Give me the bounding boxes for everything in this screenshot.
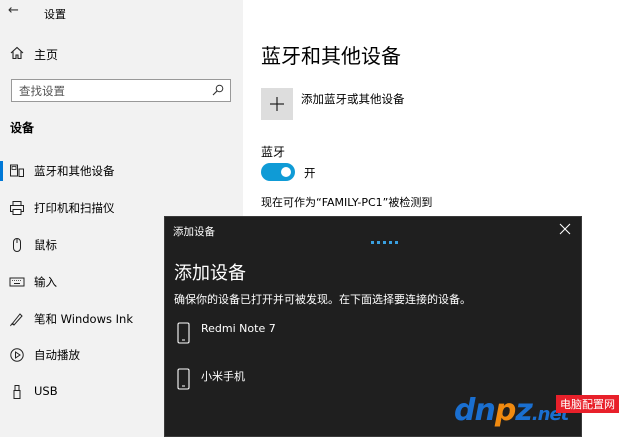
watermark-badge: 电脑配置网 [556, 395, 619, 413]
add-device-label: 添加蓝牙或其他设备 [301, 92, 405, 106]
keyboard-icon [9, 277, 25, 287]
section-title: 设备 [10, 121, 35, 135]
search-input[interactable] [12, 80, 192, 102]
sidebar-item-home[interactable]: 主页 [0, 42, 243, 68]
page-title: 蓝牙和其他设备 [261, 44, 401, 68]
bluetooth-state-label: 开 [304, 166, 316, 180]
home-icon [10, 46, 24, 60]
sidebar-item-label: USB [34, 384, 58, 398]
bluetooth-toggle[interactable] [261, 163, 295, 181]
bluetooth-devices-icon [10, 164, 24, 177]
sidebar-item-label: 打印机和扫描仪 [34, 201, 115, 215]
search-box[interactable] [11, 79, 231, 102]
title-bar: ← 设置 [0, 0, 243, 26]
sidebar-item-label: 主页 [34, 48, 59, 62]
watermark-logo: dnpz.net 电脑配置网 [452, 393, 636, 437]
sidebar-item-label: 输入 [34, 275, 57, 289]
dialog-bar-title: 添加设备 [173, 226, 215, 238]
pen-icon [10, 313, 23, 327]
add-device-plus-box[interactable] [261, 88, 293, 120]
plus-icon [270, 97, 284, 111]
sidebar-item-label: 鼠标 [34, 238, 57, 252]
phone-icon [177, 322, 190, 344]
sidebar-item-label: 蓝牙和其他设备 [34, 164, 115, 178]
close-icon[interactable] [559, 223, 571, 235]
discoverable-text: 现在可作为“FAMILY-PC1”被检测到 [261, 196, 433, 209]
sidebar-item-label: 笔和 Windows Ink [34, 312, 133, 326]
phone-icon [177, 368, 190, 390]
progress-dots [371, 241, 401, 245]
device-name: 小米手机 [201, 370, 245, 383]
toggle-knob [281, 167, 291, 177]
app-title: 设置 [44, 8, 66, 21]
autoplay-icon [10, 348, 24, 362]
add-device-button[interactable]: 添加蓝牙或其他设备 [261, 88, 561, 120]
dialog-title: 添加设备 [174, 263, 246, 284]
device-item-redmi[interactable]: Redmi Note 7 [165, 320, 581, 354]
device-name: Redmi Note 7 [201, 322, 276, 335]
search-icon[interactable] [212, 84, 224, 96]
watermark-text: dnpz.net [454, 393, 569, 428]
sidebar-item-bluetooth[interactable]: 蓝牙和其他设备 [0, 156, 243, 186]
printer-icon [10, 201, 24, 215]
dialog-title-bar: 添加设备 [165, 217, 581, 243]
mouse-icon [13, 238, 21, 252]
back-arrow-icon[interactable]: ← [8, 3, 19, 18]
bluetooth-title: 蓝牙 [261, 145, 286, 159]
sidebar-item-label: 自动播放 [34, 348, 80, 362]
usb-icon [13, 385, 21, 399]
dialog-description: 确保你的设备已打开并可被发现。在下面选择要连接的设备。 [174, 293, 471, 306]
